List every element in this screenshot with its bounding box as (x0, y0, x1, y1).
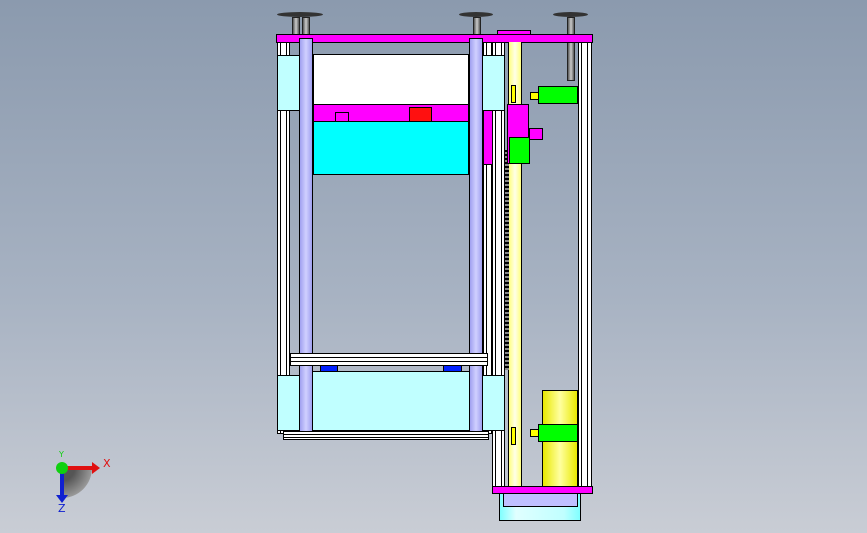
magenta-connector (529, 128, 543, 140)
handwheel-left[interactable] (277, 12, 323, 17)
lower-light-panel (312, 371, 470, 431)
bottom-rail (283, 431, 489, 440)
limit-switch-top (511, 85, 516, 103)
green-motor-bottom (538, 424, 578, 442)
y-axis-dot (56, 462, 68, 474)
guide-column-right (469, 38, 483, 432)
base-lavender-plate (503, 493, 578, 507)
bracket-bottom-right (482, 375, 505, 431)
frame-post-right (578, 42, 592, 488)
triad-shadow (62, 468, 92, 498)
upper-white-panel (313, 54, 469, 106)
guide-column-left (299, 38, 313, 432)
bracket-bottom-left (277, 375, 300, 431)
x-axis-label: X (103, 457, 111, 470)
motor-shaft-nub (530, 92, 539, 100)
rack (505, 150, 509, 370)
x-axis-arrow (64, 466, 94, 470)
cyan-carriage-panel (313, 121, 469, 175)
bracket-top-right (482, 55, 505, 111)
y-axis-label: Y (59, 450, 64, 459)
base-magenta-bar (492, 486, 593, 494)
bracket-top-left (277, 55, 300, 111)
motor-shaft-nub-bottom (530, 429, 539, 437)
limit-switch-bottom (511, 427, 516, 445)
x-arrow-head (92, 462, 100, 474)
red-block (409, 107, 432, 122)
magenta-side-plate (483, 110, 493, 165)
top-bar-cap (497, 30, 531, 35)
handwheel-stem (567, 17, 575, 81)
green-motor-top (538, 86, 578, 104)
z-axis-label: Z (58, 502, 66, 515)
orientation-triad: X Y Z (50, 450, 111, 518)
top-frame-bar (276, 34, 593, 43)
green-motor-small (509, 137, 530, 164)
